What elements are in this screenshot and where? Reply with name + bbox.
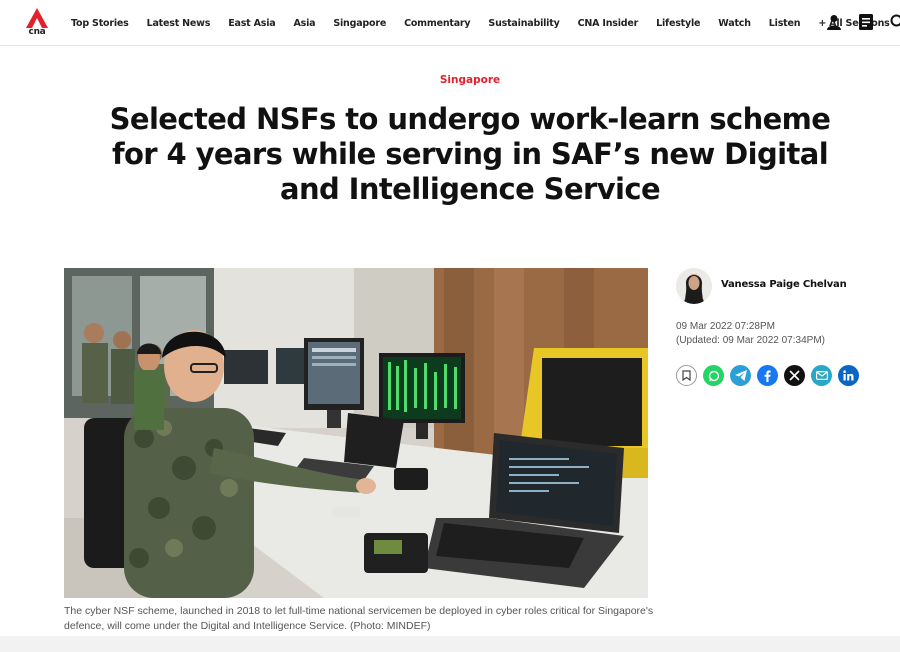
published-date: 09 Mar 2022 07:28PM — [676, 321, 775, 332]
whatsapp-icon[interactable] — [703, 365, 724, 386]
image-caption: The cyber NSF scheme, launched in 2018 t… — [64, 605, 654, 632]
facebook-icon[interactable] — [757, 365, 778, 386]
x-icon[interactable] — [784, 365, 805, 386]
section-label[interactable]: Singapore — [0, 74, 900, 86]
author-name[interactable]: Vanessa Paige Chelvan — [721, 279, 847, 290]
linkedin-icon[interactable] — [838, 365, 859, 386]
author-avatar[interactable] — [676, 268, 712, 304]
nav-menu: Top Stories Latest News East Asia Asia S… — [71, 0, 900, 46]
nav-item-top-stories[interactable]: Top Stories — [71, 18, 129, 29]
search-icon[interactable] — [889, 13, 900, 31]
nav-item-lifestyle[interactable]: Lifestyle — [656, 18, 700, 29]
cna-logo[interactable]: cna — [26, 8, 48, 38]
nav-item-listen[interactable]: Listen — [769, 18, 801, 29]
logo-text: cna — [28, 27, 46, 37]
top-nav: cna Top Stories Latest News East Asia As… — [0, 0, 900, 46]
bookmark-icon[interactable] — [676, 365, 697, 386]
nav-item-sustainability[interactable]: Sustainability — [488, 18, 559, 29]
nav-item-watch[interactable]: Watch — [718, 18, 751, 29]
nav-item-cna-insider[interactable]: CNA Insider — [578, 18, 639, 29]
article-hero-image — [64, 268, 648, 598]
nav-icon-group — [825, 13, 900, 31]
share-buttons — [676, 365, 865, 386]
page-bottom-strip — [0, 636, 900, 652]
nav-item-singapore[interactable]: Singapore — [333, 18, 386, 29]
updated-date: (Updated: 09 Mar 2022 07:34PM) — [676, 335, 825, 346]
logo-mark-icon — [26, 8, 48, 28]
email-icon[interactable] — [811, 365, 832, 386]
user-icon[interactable] — [825, 13, 843, 31]
nav-item-asia[interactable]: Asia — [293, 18, 315, 29]
hero-photo — [64, 268, 648, 598]
nav-item-latest-news[interactable]: Latest News — [147, 18, 211, 29]
article-headline: Selected NSFs to undergo work-learn sche… — [109, 102, 831, 206]
nav-item-commentary[interactable]: Commentary — [404, 18, 471, 29]
telegram-icon[interactable] — [730, 365, 751, 386]
menu-icon[interactable] — [857, 13, 875, 31]
nav-item-east-asia[interactable]: East Asia — [228, 18, 275, 29]
